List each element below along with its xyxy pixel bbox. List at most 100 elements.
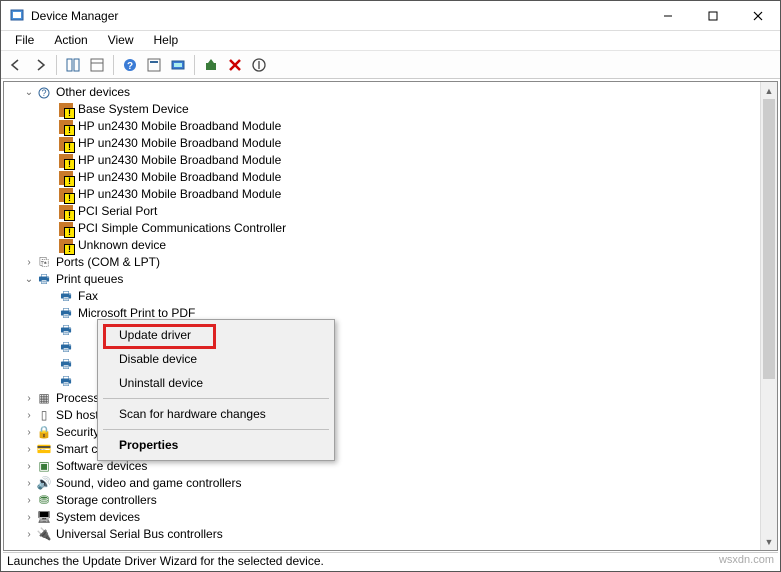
- window-controls: [645, 1, 780, 30]
- status-text: Launches the Update Driver Wizard for th…: [7, 554, 324, 568]
- tree-category-ports[interactable]: › ⎘ Ports (COM & LPT): [4, 254, 777, 271]
- tree-item[interactable]: HP un2430 Mobile Broadband Module: [4, 152, 777, 169]
- context-menu-separator: [103, 429, 329, 430]
- context-menu-separator: [103, 398, 329, 399]
- watermark: wsxdn.com: [719, 554, 774, 568]
- tree-item[interactable]: 🖶Fax: [4, 288, 777, 305]
- expander-icon[interactable]: ›: [22, 458, 36, 475]
- ports-icon: ⎘: [36, 255, 52, 271]
- context-menu: Update driver Disable device Uninstall d…: [97, 319, 335, 461]
- show-hide-tree-button[interactable]: [62, 54, 84, 76]
- uninstall-button[interactable]: [224, 54, 246, 76]
- tree-label: Fax: [78, 288, 98, 305]
- usb-icon: 🔌: [36, 527, 52, 543]
- tree-item[interactable]: Base System Device: [4, 101, 777, 118]
- menu-help[interactable]: Help: [144, 31, 189, 50]
- toolbar-separator: [194, 55, 195, 75]
- printer-icon: 🖶: [58, 374, 74, 390]
- tree-label: HP un2430 Mobile Broadband Module: [78, 169, 281, 186]
- close-button[interactable]: [735, 1, 780, 30]
- device-tree[interactable]: ⌄ ? Other devices Base System Device HP …: [4, 82, 777, 543]
- system-icon: 🖥: [36, 510, 52, 526]
- context-menu-disable-device[interactable]: Disable device: [101, 347, 331, 371]
- properties-button[interactable]: [86, 54, 108, 76]
- tree-label: Ports (COM & LPT): [56, 254, 160, 271]
- expander-icon[interactable]: ›: [22, 254, 36, 271]
- tree-label: Base System Device: [78, 101, 189, 118]
- context-menu-scan[interactable]: Scan for hardware changes: [101, 402, 331, 426]
- expander-icon[interactable]: ›: [22, 492, 36, 509]
- tree-item[interactable]: PCI Simple Communications Controller: [4, 220, 777, 237]
- tree-item[interactable]: HP un2430 Mobile Broadband Module: [4, 135, 777, 152]
- warning-device-icon: [58, 102, 74, 118]
- scroll-up-button[interactable]: ▲: [761, 82, 777, 99]
- expander-icon[interactable]: ›: [22, 407, 36, 424]
- printer-icon: 🖶: [58, 340, 74, 356]
- warning-device-icon: [58, 187, 74, 203]
- tree-item[interactable]: HP un2430 Mobile Broadband Module: [4, 118, 777, 135]
- menubar: File Action View Help: [1, 31, 780, 51]
- sd-icon: ▯: [36, 408, 52, 424]
- storage-icon: ⛃: [36, 493, 52, 509]
- tree-category-system[interactable]: › 🖥 System devices: [4, 509, 777, 526]
- expander-icon[interactable]: ⌄: [22, 271, 36, 288]
- software-icon: ▣: [36, 459, 52, 475]
- scroll-down-button[interactable]: ▼: [761, 533, 777, 550]
- tree-category-other-devices[interactable]: ⌄ ? Other devices: [4, 84, 777, 101]
- update-driver-button[interactable]: [200, 54, 222, 76]
- tree-label: PCI Serial Port: [78, 203, 157, 220]
- context-menu-properties[interactable]: Properties: [101, 433, 331, 457]
- menu-action[interactable]: Action: [44, 31, 97, 50]
- expander-icon[interactable]: ›: [22, 526, 36, 543]
- action-button[interactable]: [143, 54, 165, 76]
- chip-icon: ▦: [36, 391, 52, 407]
- tree-label: Print queues: [56, 271, 123, 288]
- back-button[interactable]: [5, 54, 27, 76]
- printer-icon: 🖶: [58, 357, 74, 373]
- printer-icon: 🖶: [36, 272, 52, 288]
- tree-category-print-queues[interactable]: ⌄ 🖶 Print queues: [4, 271, 777, 288]
- expander-icon[interactable]: ›: [22, 390, 36, 407]
- warning-device-icon: [58, 204, 74, 220]
- context-menu-update-driver[interactable]: Update driver: [101, 323, 331, 347]
- tree-item[interactable]: PCI Serial Port: [4, 203, 777, 220]
- app-icon: [9, 8, 25, 24]
- scrollbar-thumb[interactable]: [763, 99, 775, 379]
- window-title: Device Manager: [31, 9, 645, 23]
- expander-icon[interactable]: ›: [22, 424, 36, 441]
- tree-category-usb[interactable]: › 🔌 Universal Serial Bus controllers: [4, 526, 777, 543]
- toolbar: ?: [1, 51, 780, 79]
- vertical-scrollbar[interactable]: ▲ ▼: [760, 82, 777, 550]
- menu-file[interactable]: File: [5, 31, 44, 50]
- titlebar: Device Manager: [1, 1, 780, 31]
- tree-item[interactable]: HP un2430 Mobile Broadband Module: [4, 169, 777, 186]
- expander-icon[interactable]: ⌄: [22, 84, 36, 101]
- toolbar-separator: [56, 55, 57, 75]
- tree-label: HP un2430 Mobile Broadband Module: [78, 186, 281, 203]
- tree-label: Sound, video and game controllers: [56, 475, 241, 492]
- scan-button[interactable]: [167, 54, 189, 76]
- forward-button[interactable]: [29, 54, 51, 76]
- context-menu-uninstall-device[interactable]: Uninstall device: [101, 371, 331, 395]
- printer-icon: 🖶: [58, 289, 74, 305]
- menu-view[interactable]: View: [98, 31, 144, 50]
- maximize-button[interactable]: [690, 1, 735, 30]
- disable-button[interactable]: [248, 54, 270, 76]
- tree-label: Other devices: [56, 84, 130, 101]
- tree-label: Unknown device: [78, 237, 166, 254]
- tree-label: HP un2430 Mobile Broadband Module: [78, 135, 281, 152]
- tree-item[interactable]: HP un2430 Mobile Broadband Module: [4, 186, 777, 203]
- tree-category-storage[interactable]: › ⛃ Storage controllers: [4, 492, 777, 509]
- tree-category-sound[interactable]: › 🔊 Sound, video and game controllers: [4, 475, 777, 492]
- svg-text:?: ?: [41, 88, 46, 98]
- tree-item[interactable]: Unknown device: [4, 237, 777, 254]
- warning-device-icon: [58, 221, 74, 237]
- expander-icon[interactable]: ›: [22, 441, 36, 458]
- help-button[interactable]: ?: [119, 54, 141, 76]
- expander-icon[interactable]: ›: [22, 509, 36, 526]
- printer-icon: 🖶: [58, 306, 74, 322]
- tree-area: ⌄ ? Other devices Base System Device HP …: [3, 81, 778, 551]
- minimize-button[interactable]: [645, 1, 690, 30]
- svg-text:?: ?: [127, 61, 133, 72]
- expander-icon[interactable]: ›: [22, 475, 36, 492]
